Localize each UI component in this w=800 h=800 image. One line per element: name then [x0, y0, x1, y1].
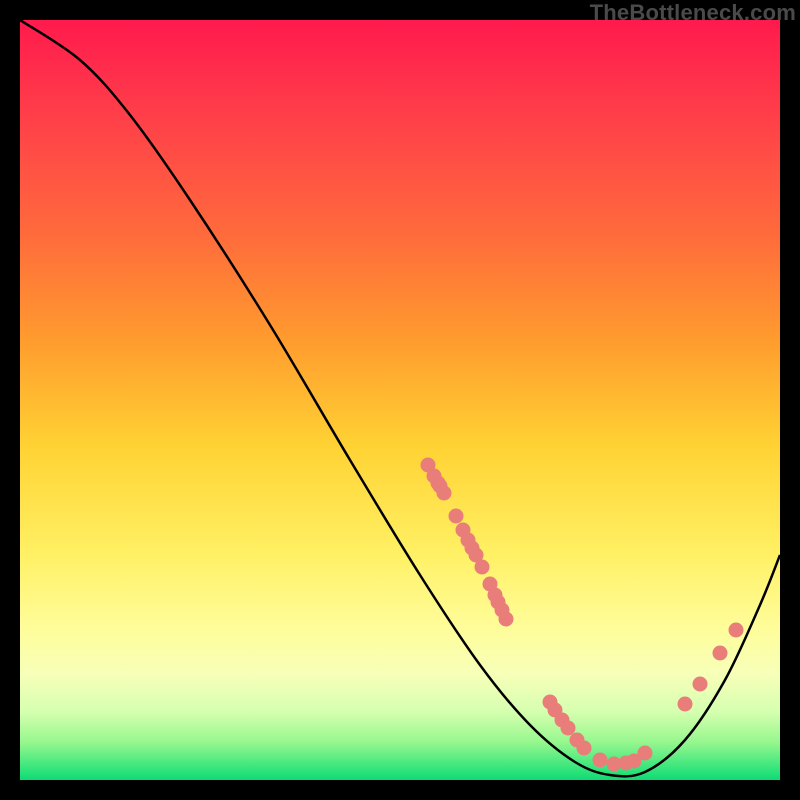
bottleneck-curve	[20, 20, 780, 776]
data-point	[577, 741, 592, 756]
data-point	[693, 677, 708, 692]
data-point	[561, 721, 576, 736]
data-point	[638, 746, 653, 761]
bottleneck-curve-chart	[20, 20, 780, 780]
data-point	[678, 697, 693, 712]
data-point	[593, 753, 608, 768]
watermark-text: TheBottleneck.com	[590, 0, 796, 26]
data-point	[499, 612, 514, 627]
data-point	[713, 646, 728, 661]
data-point	[437, 486, 452, 501]
data-point-markers	[421, 458, 744, 772]
chart-frame	[20, 20, 780, 780]
data-point	[729, 623, 744, 638]
data-point	[475, 560, 490, 575]
data-point	[449, 509, 464, 524]
